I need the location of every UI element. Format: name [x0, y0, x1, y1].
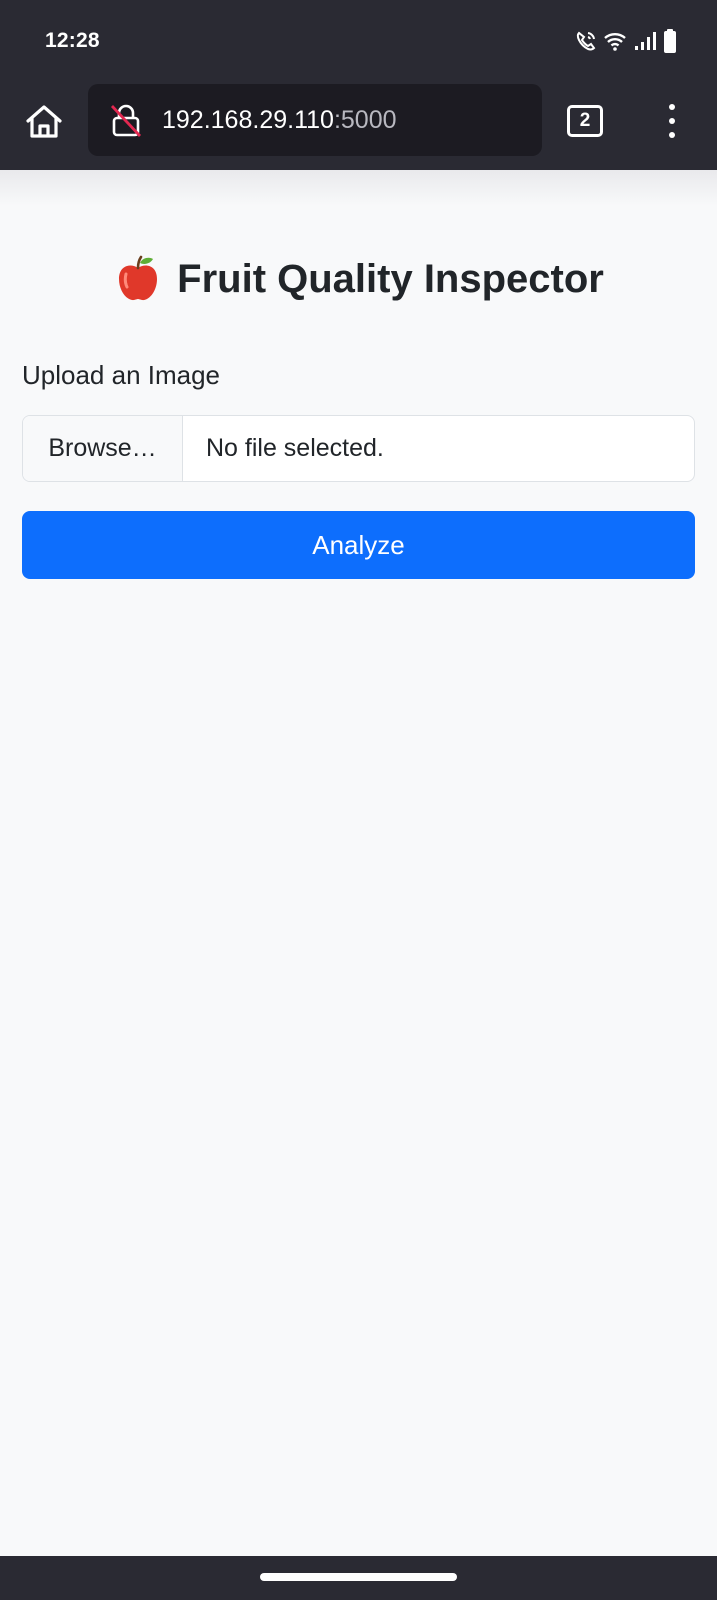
browser-toolbar: 192.168.29.110:5000 2 [0, 84, 717, 170]
analyze-button[interactable]: Analyze [22, 511, 695, 579]
insecure-lock-icon[interactable] [108, 102, 144, 138]
url-host: 192.168.29.110 [162, 106, 334, 134]
page-title: Fruit Quality Inspector [0, 254, 717, 304]
apple-icon [113, 254, 163, 304]
battery-icon [663, 29, 677, 53]
gesture-nav-bar [0, 1556, 717, 1600]
signal-icon [633, 31, 657, 51]
url-text[interactable]: 192.168.29.110:5000 [162, 106, 397, 135]
url-bar[interactable]: 192.168.29.110:5000 [88, 84, 542, 156]
status-time: 12:28 [45, 29, 100, 52]
upload-label: Upload an Image [22, 360, 221, 390]
file-status-text: No file selected. [206, 434, 384, 462]
file-input[interactable]: Browse… No file selected. [22, 415, 695, 482]
wifi-calling-icon [575, 30, 597, 52]
wifi-icon [603, 31, 627, 51]
more-vertical-icon[interactable] [660, 98, 684, 144]
tabs-button[interactable]: 2 [567, 105, 603, 137]
url-port: :5000 [333, 106, 397, 134]
home-gesture-handle[interactable] [260, 1573, 457, 1581]
home-icon[interactable] [24, 102, 64, 142]
status-bar: 12:28 [0, 0, 717, 84]
page-title-text: Fruit Quality Inspector [177, 256, 604, 301]
status-icons [575, 28, 677, 54]
toolbar-shadow [0, 170, 717, 206]
browse-button[interactable]: Browse… [23, 416, 183, 481]
